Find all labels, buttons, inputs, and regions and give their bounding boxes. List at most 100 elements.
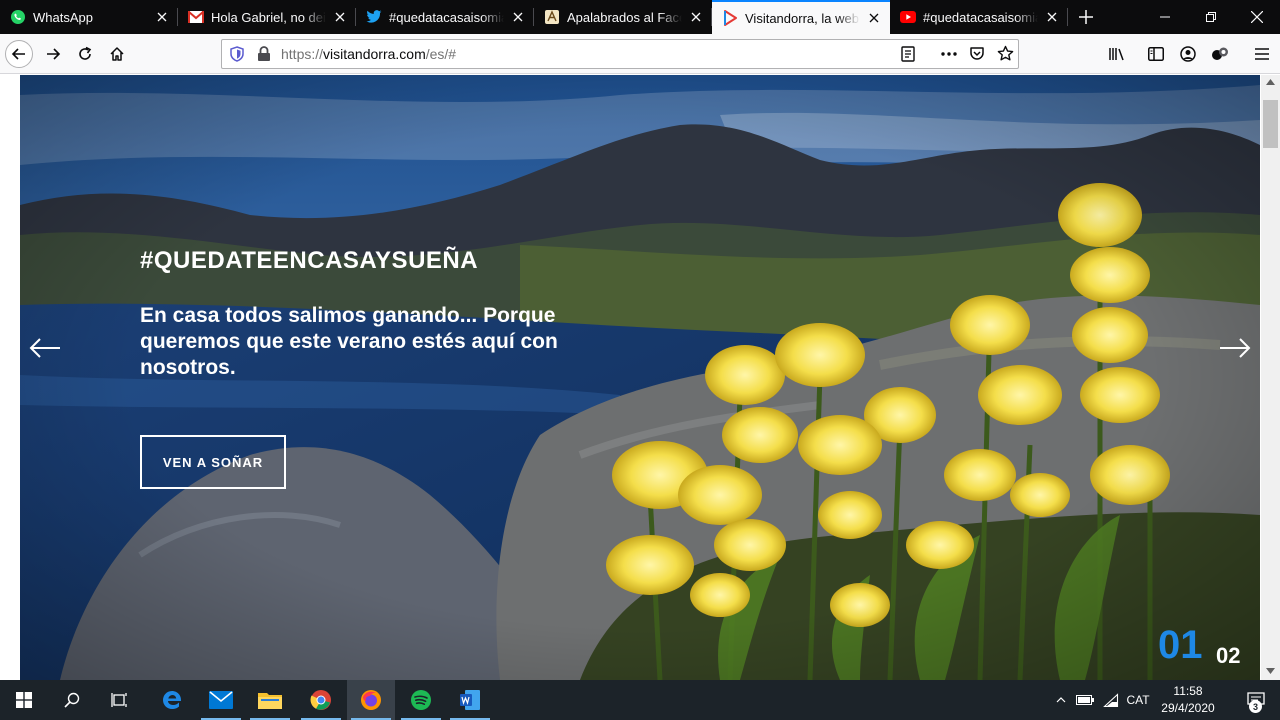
wifi-icon: [1103, 693, 1119, 707]
tab-twitter[interactable]: #quedatacasaisomia -: [356, 0, 534, 34]
taskbar-firefox[interactable]: [347, 680, 395, 720]
restore-button[interactable]: [1188, 0, 1234, 34]
account-button[interactable]: [1174, 40, 1202, 68]
visitandorra-icon: [722, 10, 738, 26]
task-view-button[interactable]: [96, 680, 144, 720]
input-language-button[interactable]: CAT: [1124, 680, 1152, 720]
notification-count-badge: 3: [1249, 700, 1262, 713]
windows-taskbar: CAT 11:58 29/4/2020: [0, 680, 1280, 720]
tracking-protection-shield-icon[interactable]: [229, 46, 245, 67]
word-icon: [460, 690, 480, 710]
chevron-up-icon: [1056, 697, 1066, 703]
search-button[interactable]: [48, 680, 96, 720]
taskbar-word[interactable]: [446, 680, 494, 720]
start-button[interactable]: [0, 680, 48, 720]
tab-gmail[interactable]: Hola Gabriel, no deixis: [178, 0, 356, 34]
library-button[interactable]: [1103, 40, 1131, 68]
page-scrollbar[interactable]: [1261, 75, 1280, 680]
chrome-icon: [310, 690, 331, 710]
clock-date: 29/4/2020: [1161, 701, 1215, 715]
whatsapp-icon: [10, 9, 26, 25]
tab-label: Apalabrados al Facebo: [567, 9, 682, 25]
tab-apalabrados[interactable]: Apalabrados al Facebo: [534, 0, 712, 34]
spotify-icon: [411, 690, 431, 710]
reader-view-icon[interactable]: [900, 46, 916, 67]
reload-icon: [79, 46, 92, 60]
tab-label: Visitandorra, la web of: [745, 10, 860, 26]
taskbar-mail[interactable]: [197, 680, 245, 720]
url-bar[interactable]: https://visitandorra.com/es/#: [221, 39, 1019, 69]
battery-tray-button[interactable]: [1074, 680, 1096, 720]
url-host: visitandorra.com: [323, 46, 426, 62]
ven-a-sonar-button[interactable]: VEN A SOÑAR: [140, 435, 286, 489]
show-hidden-icons-button[interactable]: [1052, 680, 1070, 720]
firefox-icon: [361, 690, 381, 710]
slider-next-button[interactable]: [1218, 335, 1252, 361]
system-clock[interactable]: 11:58 29/4/2020: [1152, 683, 1224, 717]
bookmark-star-icon[interactable]: [997, 45, 1014, 67]
sidebar-button[interactable]: [1142, 40, 1170, 68]
close-icon[interactable]: [688, 9, 704, 25]
url-path: /es/#: [425, 46, 457, 62]
account-icon: [1180, 46, 1196, 62]
forward-button[interactable]: [39, 40, 67, 68]
scrollbar-thumb[interactable]: [1263, 100, 1278, 148]
tab-label: #quedatacasaisomia -: [389, 9, 504, 25]
windows-logo-icon: [16, 692, 32, 708]
home-icon: [110, 47, 124, 61]
url-text[interactable]: https://visitandorra.com/es/#: [281, 40, 456, 68]
tab-strip-drag-area[interactable]: [1104, 0, 1142, 34]
hero-subtitle: En casa todos salimos ganando... Porque …: [140, 304, 558, 379]
task-view-icon: [111, 693, 127, 707]
taskbar-chrome[interactable]: [297, 680, 345, 720]
tab-label: Hola Gabriel, no deixis: [211, 9, 326, 25]
slide-total-number: 02: [1216, 643, 1241, 668]
battery-icon: [1076, 695, 1094, 705]
close-icon[interactable]: [1044, 9, 1060, 25]
arrow-right-icon: [1220, 338, 1251, 358]
close-icon[interactable]: [510, 9, 526, 25]
close-icon[interactable]: [866, 10, 882, 26]
extension-button[interactable]: [1206, 40, 1234, 68]
scroll-down-icon[interactable]: [1266, 668, 1275, 674]
clock-time: 11:58: [1173, 684, 1203, 698]
scroll-up-icon[interactable]: [1266, 79, 1275, 85]
edge-icon: [163, 691, 182, 709]
page-actions-icon[interactable]: [940, 46, 958, 67]
arrow-right-icon: [47, 48, 61, 60]
back-button[interactable]: [5, 40, 33, 68]
extension-icon: [1212, 47, 1228, 60]
sidebar-icon: [1148, 47, 1164, 61]
tab-youtube[interactable]: #quedatacasaisomia -: [890, 0, 1068, 34]
plus-icon: [1079, 10, 1093, 24]
home-button[interactable]: [103, 40, 131, 68]
new-tab-button[interactable]: [1068, 0, 1104, 34]
close-window-button[interactable]: [1234, 0, 1280, 34]
close-icon[interactable]: [332, 9, 348, 25]
folder-icon: [258, 693, 282, 709]
tab-label: #quedatacasaisomia -: [923, 9, 1038, 25]
gmail-icon: [188, 9, 204, 25]
menu-button[interactable]: [1248, 40, 1276, 68]
taskbar-file-explorer[interactable]: [246, 680, 294, 720]
reload-button[interactable]: [71, 40, 99, 68]
tab-label: WhatsApp: [33, 9, 93, 25]
restore-icon: [1206, 12, 1216, 22]
taskbar-edge[interactable]: [148, 680, 196, 720]
web-page: #QUEDATEENCASAYSUEÑA En casa todos salim…: [0, 75, 1280, 680]
pocket-icon[interactable]: [969, 46, 985, 67]
mail-icon: [209, 691, 233, 709]
hero-hashtag-title: #QUEDATEENCASAYSUEÑA: [140, 247, 479, 274]
arrow-left-icon: [11, 48, 25, 60]
close-icon[interactable]: [154, 9, 170, 25]
network-tray-button[interactable]: [1100, 680, 1122, 720]
slider-prev-button[interactable]: [28, 335, 62, 361]
taskbar-spotify[interactable]: [397, 680, 445, 720]
lock-icon[interactable]: [257, 46, 271, 67]
tab-whatsapp[interactable]: WhatsApp: [0, 0, 178, 34]
tab-strip: WhatsApp Hola Gabriel, no deixis #quedat…: [0, 0, 1280, 34]
apalabrados-icon: [544, 9, 560, 25]
search-icon: [64, 692, 80, 708]
tab-visitandorra[interactable]: Visitandorra, la web of: [712, 0, 890, 34]
minimize-button[interactable]: [1142, 0, 1188, 34]
